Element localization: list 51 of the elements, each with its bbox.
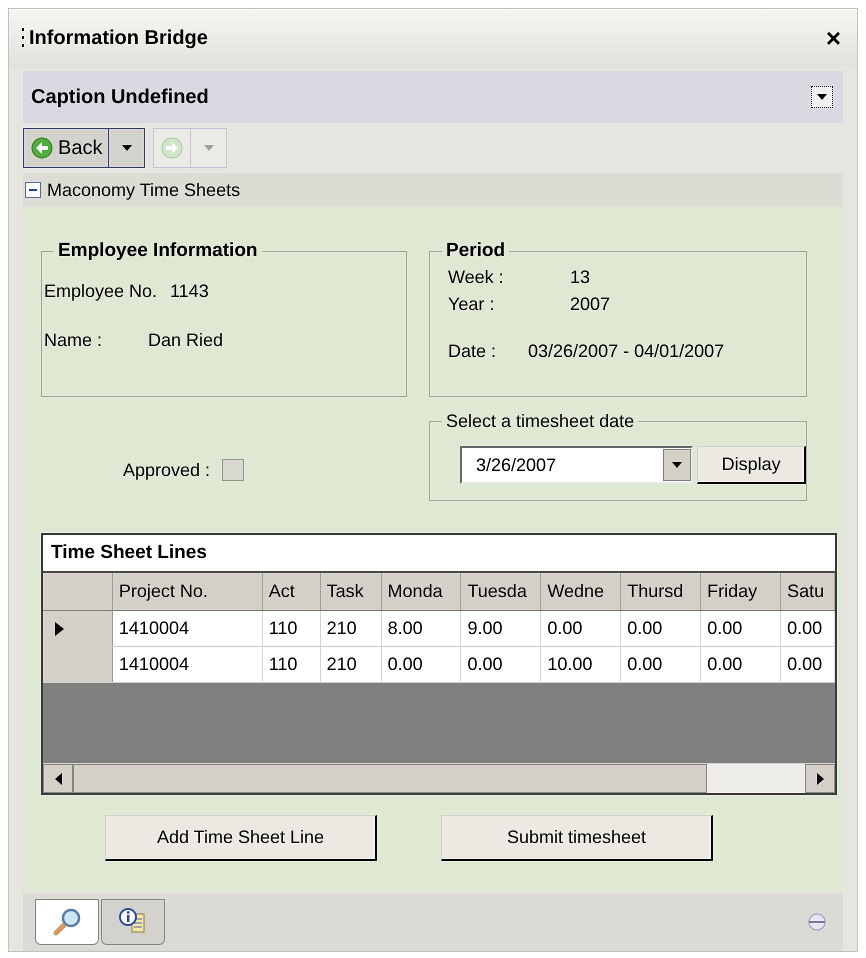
table-cell: 210 [320, 647, 382, 682]
caption-title: Caption Undefined [31, 85, 209, 110]
field-label: Employee No. [44, 280, 158, 303]
table-cell: 110 [262, 647, 321, 682]
action-button[interactable]: Add Time Sheet Line [105, 815, 377, 861]
column-header[interactable]: Project No. [112, 573, 263, 610]
action-button[interactable]: Submit timesheet [441, 815, 713, 861]
table-cell: 0.00 [781, 611, 836, 646]
grid-title: Time Sheet Lines [51, 540, 207, 565]
column-header[interactable]: Act [262, 573, 321, 610]
table-cell: 0.00 [461, 647, 542, 682]
field-value: 2007 [570, 293, 610, 316]
field-label: Year : [448, 293, 496, 316]
group-title: Employee Information [54, 239, 262, 263]
table-cell: 0.00 [701, 611, 782, 646]
date-dropdown[interactable]: 3/26/2007 [460, 446, 694, 484]
table-cell: 1410004 [112, 647, 263, 682]
section-header[interactable]: Maconomy Time Sheets [23, 173, 843, 207]
table-cell: 110 [262, 611, 321, 646]
table-cell: 0.00 [701, 647, 782, 682]
column-header[interactable]: Satu [781, 573, 836, 610]
table-cell: 210 [320, 611, 382, 646]
column-header[interactable]: Wedne [541, 573, 622, 610]
table-cell: 0.00 [621, 647, 702, 682]
field-label: Week : [448, 266, 505, 289]
column-header[interactable]: Thursd [621, 573, 702, 610]
table-cell: 8.00 [382, 611, 462, 646]
table-cell: 0.00 [541, 611, 622, 646]
field-value: 03/26/2007 - 04/01/2007 [528, 340, 724, 363]
table-cell: 0.00 [382, 647, 462, 682]
approved-label: Approved : [123, 458, 210, 482]
column-header[interactable]: Tuesda [461, 573, 542, 610]
field-label: Name : [44, 329, 104, 352]
table-cell: 0.00 [781, 647, 836, 682]
table-cell: 10.00 [541, 647, 622, 682]
back-button[interactable]: Back [24, 129, 108, 167]
table-cell: 0.00 [621, 611, 702, 646]
close-button[interactable]: × [826, 25, 841, 51]
field-value: 1143 [170, 280, 209, 303]
table-cell: 9.00 [461, 611, 542, 646]
table-cell: 1410004 [112, 611, 263, 646]
field-value: Dan Ried [148, 329, 224, 352]
field-value: 13 [570, 266, 590, 289]
field-label: Date : [448, 340, 498, 363]
column-header[interactable]: Monda [382, 573, 462, 610]
window-title: Information Bridge [29, 26, 208, 51]
back-split-button[interactable]: Back [23, 128, 146, 168]
column-header[interactable]: Task [320, 573, 382, 610]
display-button[interactable]: Display [697, 446, 806, 484]
column-header[interactable]: Friday [701, 573, 782, 610]
section-title: Maconomy Time Sheets [47, 178, 240, 202]
